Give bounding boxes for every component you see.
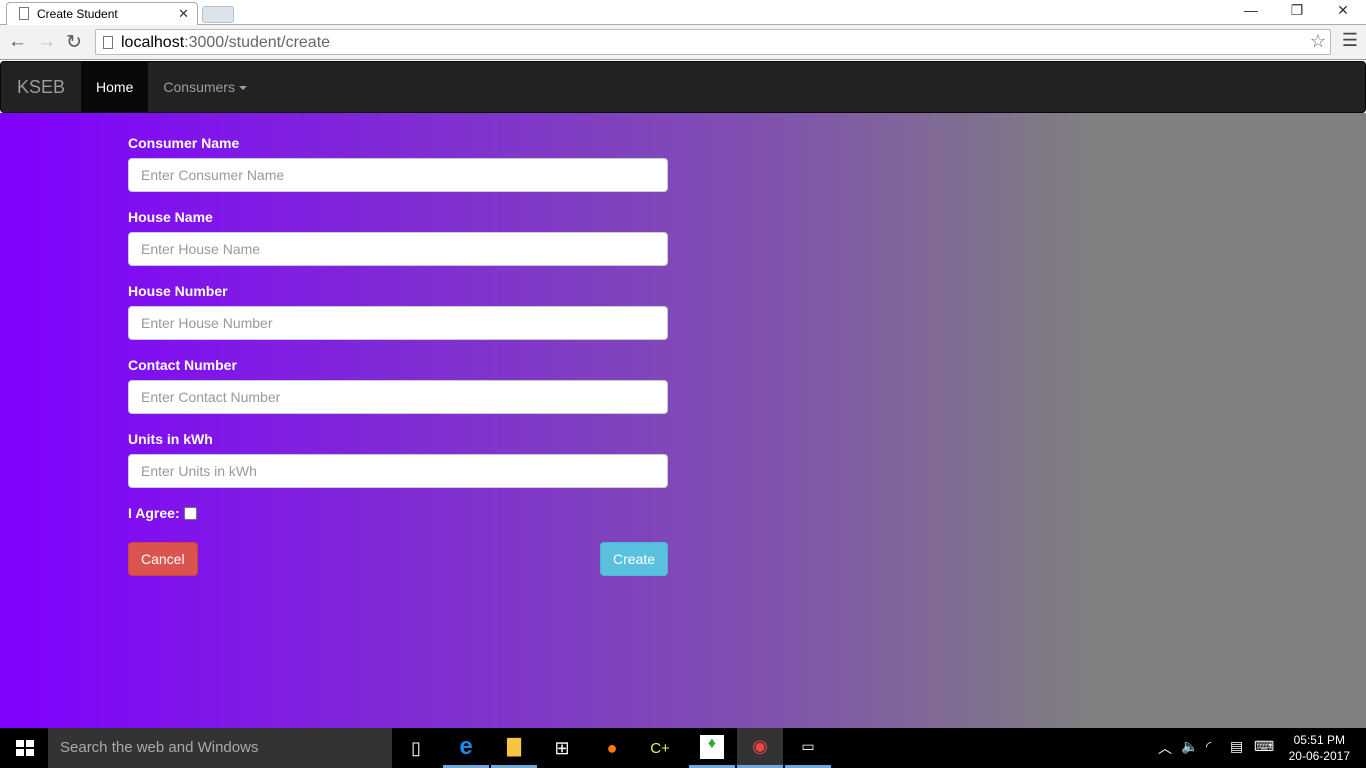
notifications-icon[interactable]: ▤ — [1230, 738, 1243, 755]
file-explorer-icon[interactable]: ▇ — [491, 728, 537, 768]
close-tab-icon[interactable]: ✕ — [178, 6, 189, 22]
tab-title: Create Student — [37, 7, 118, 21]
consumer-name-input[interactable] — [128, 158, 668, 192]
cancel-button[interactable]: Cancel — [128, 542, 198, 576]
keyboard-icon[interactable]: ⌨ — [1254, 738, 1274, 755]
browser-tab[interactable]: Create Student ✕ — [6, 2, 198, 26]
new-tab-button[interactable] — [202, 6, 234, 23]
cpp-ide-icon[interactable]: C+ — [637, 728, 683, 768]
contact-number-label: Contact Number — [128, 357, 237, 373]
url-input[interactable]: localhost:3000/student/create ☆ — [95, 29, 1331, 55]
agree-label: I Agree: — [128, 505, 180, 521]
agree-row: I Agree: — [128, 505, 668, 521]
firefox-icon[interactable]: ● — [589, 728, 635, 768]
edge-icon[interactable]: e — [443, 728, 489, 768]
house-name-input[interactable] — [128, 232, 668, 266]
nav-consumers-label: Consumers — [163, 79, 235, 95]
command-prompt-icon[interactable]: ▭ — [785, 728, 831, 768]
agree-checkbox[interactable] — [183, 506, 197, 520]
volume-icon[interactable]: 🔈 — [1181, 738, 1198, 755]
navbar: KSEB Home Consumers — [0, 61, 1366, 113]
nav-home[interactable]: Home — [81, 62, 149, 112]
taskbar-search[interactable]: Search the web and Windows — [48, 728, 392, 768]
create-consumer-form: Consumer Name House Name House Number Co… — [128, 135, 668, 576]
reload-icon[interactable]: ↻ — [66, 31, 82, 54]
browser-tab-bar: Create Student ✕ — ❐ ✕ — [0, 0, 1366, 26]
consumer-name-label: Consumer Name — [128, 135, 240, 151]
store-icon[interactable]: ⊞ — [539, 728, 585, 768]
show-hidden-icons[interactable]: ︿ — [1158, 738, 1172, 758]
house-number-label: House Number — [128, 283, 228, 299]
url-path: :3000/student/create — [184, 34, 331, 51]
units-label: Units in kWh — [128, 431, 213, 447]
windows-start-icon[interactable] — [16, 740, 34, 756]
main-content: Consumer Name House Name House Number Co… — [0, 113, 1366, 728]
back-icon[interactable]: ← — [8, 31, 27, 53]
page-icon — [19, 7, 29, 20]
bookmark-star-icon[interactable]: ☆ — [1310, 31, 1326, 52]
taskbar: Search the web and Windows ▯ e ▇ ⊞ ● C+ … — [0, 728, 1366, 768]
url-host: localhost — [121, 34, 185, 51]
brand-link[interactable]: KSEB — [1, 62, 81, 112]
page-icon — [103, 36, 113, 49]
wifi-icon[interactable]: ◜ — [1206, 738, 1211, 755]
contact-number-input[interactable] — [128, 380, 668, 414]
close-window-button[interactable]: ✕ — [1320, 2, 1366, 19]
clock-date: 20-06-2017 — [1288, 749, 1350, 763]
address-bar-row: ← → ↻ localhost:3000/student/create ☆ ☰ — [0, 25, 1366, 60]
restore-button[interactable]: ❐ — [1274, 2, 1320, 19]
menu-icon[interactable]: ☰ — [1342, 30, 1358, 51]
chrome-icon[interactable]: ◉ — [737, 728, 783, 768]
house-name-label: House Name — [128, 209, 213, 225]
task-view-icon[interactable]: ▯ — [393, 728, 439, 768]
mongodb-icon[interactable]: ♦ — [689, 728, 735, 768]
form-actions: Cancel Create — [128, 542, 668, 576]
clock-time: 05:51 PM — [1293, 733, 1345, 747]
forward-icon[interactable]: → — [37, 31, 56, 53]
house-number-input[interactable] — [128, 306, 668, 340]
units-input[interactable] — [128, 454, 668, 488]
minimize-button[interactable]: — — [1228, 2, 1274, 18]
create-button[interactable]: Create — [599, 542, 668, 576]
nav-consumers-dropdown[interactable]: Consumers — [148, 62, 262, 112]
caret-down-icon — [238, 86, 247, 91]
clock[interactable]: 05:51 PM 20-06-2017 — [1289, 732, 1350, 764]
